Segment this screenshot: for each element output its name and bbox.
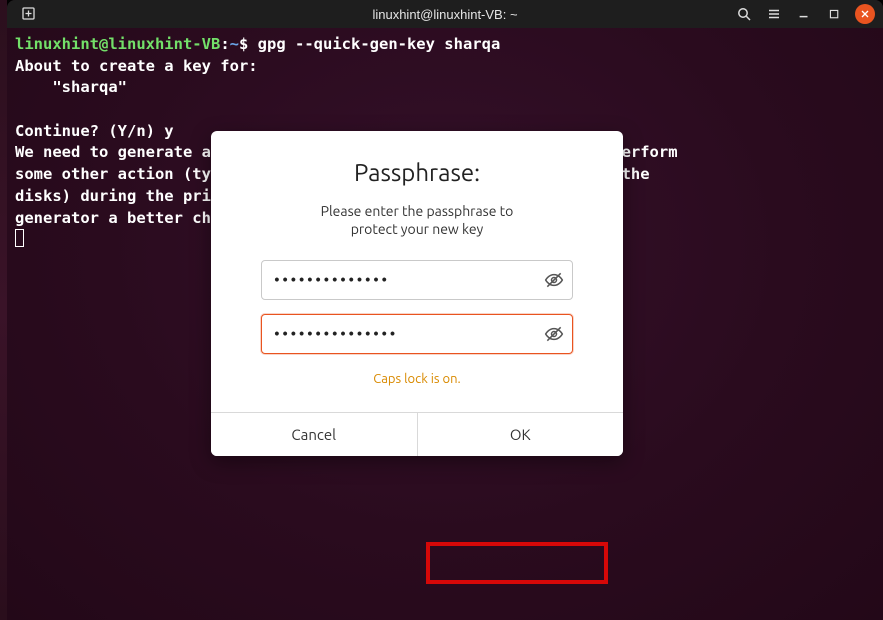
close-button[interactable]: [855, 4, 875, 24]
terminal-window: linuxhint@linuxhint-VB: ~: [7, 0, 883, 620]
dialog-title: Passphrase:: [354, 159, 480, 186]
prompt-user: linuxhint@linuxhint-VB: [15, 35, 220, 53]
new-tab-icon[interactable]: [21, 6, 37, 22]
window-title: linuxhint@linuxhint-VB: ~: [372, 7, 517, 22]
prompt-path: ~: [230, 35, 239, 53]
ok-button[interactable]: OK: [418, 413, 624, 456]
terminal-cursor: [15, 229, 24, 247]
terminal-line: About to create a key for:: [15, 57, 258, 75]
caps-lock-warning: Caps lock is on.: [373, 372, 461, 386]
command-text: gpg --quick-gen-key sharqa: [258, 35, 501, 53]
cancel-button[interactable]: Cancel: [211, 413, 417, 456]
hamburger-menu-icon[interactable]: [765, 5, 783, 23]
ok-highlight-box: [426, 542, 608, 584]
titlebar: linuxhint@linuxhint-VB: ~: [7, 0, 883, 28]
eye-hide-icon[interactable]: [543, 323, 565, 345]
minimize-button[interactable]: [795, 5, 813, 23]
terminal-line: Continue? (Y/n) y: [15, 122, 174, 140]
passphrase-confirm-input[interactable]: [261, 314, 573, 354]
terminal-line: "sharqa": [15, 78, 127, 96]
dialog-subtitle: Please enter the passphrase to protect y…: [321, 202, 514, 238]
maximize-button[interactable]: [825, 5, 843, 23]
passphrase-dialog: Passphrase: Please enter the passphrase …: [211, 131, 623, 456]
passphrase-input[interactable]: [261, 260, 573, 300]
desktop-edge: [0, 0, 7, 620]
eye-hide-icon[interactable]: [543, 269, 565, 291]
search-icon[interactable]: [735, 5, 753, 23]
